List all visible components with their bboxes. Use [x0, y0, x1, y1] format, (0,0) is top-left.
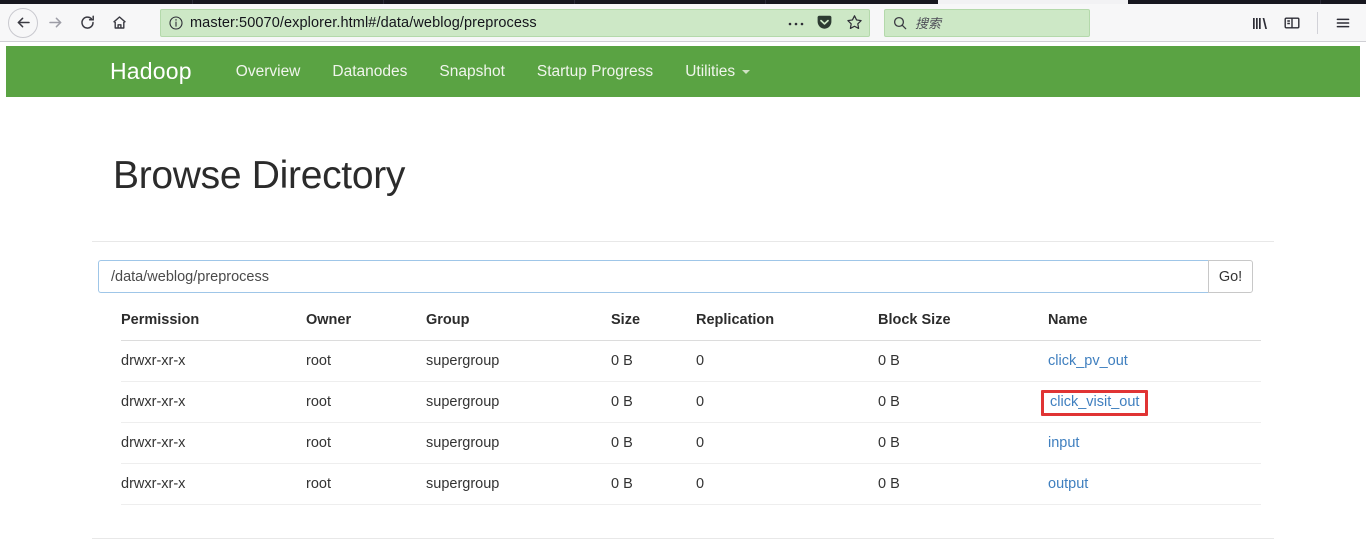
- table-header-row: Permission Owner Group Size Replication …: [121, 312, 1261, 341]
- library-button[interactable]: [1245, 8, 1275, 38]
- nav-item-datanodes[interactable]: Datanodes: [332, 63, 407, 81]
- active-tab[interactable]: [938, 0, 1128, 4]
- column-header-block-size: Block Size: [878, 312, 1048, 341]
- tab-divider: [383, 0, 384, 4]
- column-header-replication: Replication: [696, 312, 878, 341]
- nav-item-overview[interactable]: Overview: [236, 63, 301, 81]
- pocket-icon[interactable]: [816, 14, 833, 31]
- cell-size: 0 B: [611, 381, 696, 423]
- page-content: Hadoop Overview Datanodes Snapshot Start…: [0, 46, 1366, 550]
- cell-replication: 0: [696, 463, 878, 505]
- file-link-input[interactable]: input: [1048, 435, 1079, 451]
- nav-item-snapshot[interactable]: Snapshot: [439, 63, 505, 81]
- cell-size: 0 B: [611, 340, 696, 382]
- column-header-group: Group: [426, 312, 611, 341]
- cell-owner: root: [306, 381, 426, 423]
- cell-owner: root: [306, 463, 426, 505]
- highlight-box: click_visit_out: [1041, 390, 1149, 416]
- info-icon[interactable]: [169, 15, 183, 30]
- tab-divider: [574, 0, 575, 4]
- file-link-click-pv-out[interactable]: click_pv_out: [1048, 353, 1128, 369]
- back-arrow-icon: [17, 17, 30, 28]
- back-button[interactable]: [8, 7, 38, 38]
- url-text: master:50070/explorer.html#/data/weblog/…: [190, 14, 537, 31]
- footer-divider: [92, 538, 1274, 539]
- toolbar-divider: [1317, 11, 1318, 34]
- cell-permission: drwxr-xr-x: [121, 340, 306, 382]
- address-bar[interactable]: master:50070/explorer.html#/data/weblog/…: [160, 8, 870, 37]
- reload-button[interactable]: [72, 8, 102, 38]
- cell-name: input: [1048, 422, 1261, 464]
- cell-replication: 0: [696, 422, 878, 464]
- cell-group: supergroup: [426, 340, 611, 382]
- star-icon[interactable]: [846, 14, 863, 31]
- home-button[interactable]: [104, 8, 134, 38]
- cell-block-size: 0 B: [878, 381, 1048, 423]
- path-form: Go!: [98, 260, 1253, 293]
- cell-name: output: [1048, 463, 1261, 505]
- reload-icon: [80, 15, 94, 29]
- path-input[interactable]: [98, 260, 1208, 293]
- browser-tool-icons: [1245, 8, 1358, 38]
- sidebar-icon: [1284, 16, 1300, 29]
- cell-name: click_pv_out: [1048, 340, 1261, 382]
- app-menu-button[interactable]: [1328, 8, 1358, 38]
- nav-item-utilities-label: Utilities: [685, 62, 736, 80]
- cell-replication: 0: [696, 381, 878, 423]
- cell-replication: 0: [696, 340, 878, 382]
- search-placeholder: 搜索: [915, 16, 942, 31]
- table-row: drwxr-xr-x root supergroup 0 B 0 0 B out…: [121, 463, 1261, 505]
- tab-divider: [1320, 0, 1321, 4]
- file-link-click-visit-out[interactable]: click_visit_out: [1050, 394, 1139, 410]
- cell-permission: drwxr-xr-x: [121, 381, 306, 423]
- cell-block-size: 0 B: [878, 340, 1048, 382]
- column-header-permission: Permission: [121, 312, 306, 341]
- table-row: drwxr-xr-x root supergroup 0 B 0 0 B cli…: [121, 340, 1261, 382]
- hamburger-menu-icon: [1336, 18, 1350, 27]
- cell-owner: root: [306, 422, 426, 464]
- tab-divider: [765, 0, 766, 4]
- browser-toolbar: master:50070/explorer.html#/data/weblog/…: [0, 4, 1366, 42]
- column-header-size: Size: [611, 312, 696, 341]
- title-divider: [92, 241, 1274, 242]
- cell-block-size: 0 B: [878, 463, 1048, 505]
- cell-size: 0 B: [611, 463, 696, 505]
- browser-tab-strip[interactable]: [0, 0, 1366, 4]
- chevron-down-icon: [742, 69, 751, 74]
- main-content: Browse Directory Go! Permission Owner Gr…: [0, 154, 1366, 550]
- ellipsis-icon[interactable]: [787, 16, 805, 30]
- column-header-owner: Owner: [306, 312, 426, 341]
- column-header-name: Name: [1048, 312, 1261, 341]
- cell-size: 0 B: [611, 422, 696, 464]
- search-icon: [893, 16, 907, 30]
- forward-arrow-icon: [48, 17, 61, 28]
- nav-item-startup-progress[interactable]: Startup Progress: [537, 63, 653, 81]
- cell-block-size: 0 B: [878, 422, 1048, 464]
- table-row: drwxr-xr-x root supergroup 0 B 0 0 B cli…: [121, 381, 1261, 423]
- search-bar[interactable]: 搜索: [884, 8, 1090, 37]
- sidebar-button[interactable]: [1277, 8, 1307, 38]
- cell-permission: drwxr-xr-x: [121, 422, 306, 464]
- home-icon: [112, 16, 126, 29]
- nav-item-utilities[interactable]: Utilities: [685, 62, 751, 81]
- go-button[interactable]: Go!: [1208, 260, 1253, 293]
- cell-name: click_visit_out: [1041, 381, 1261, 423]
- forward-button[interactable]: [40, 8, 70, 38]
- cell-group: supergroup: [426, 463, 611, 505]
- cell-owner: root: [306, 340, 426, 382]
- table-row: drwxr-xr-x root supergroup 0 B 0 0 B inp…: [121, 422, 1261, 464]
- cell-group: supergroup: [426, 422, 611, 464]
- file-link-output[interactable]: output: [1048, 476, 1088, 492]
- library-icon: [1253, 17, 1267, 29]
- tab-divider: [192, 0, 193, 4]
- cell-permission: drwxr-xr-x: [121, 463, 306, 505]
- page-title: Browse Directory: [113, 154, 406, 197]
- cell-group: supergroup: [426, 381, 611, 423]
- directory-table: Permission Owner Group Size Replication …: [121, 312, 1261, 505]
- hadoop-brand[interactable]: Hadoop: [110, 58, 192, 85]
- hadoop-navbar: Hadoop Overview Datanodes Snapshot Start…: [6, 46, 1360, 97]
